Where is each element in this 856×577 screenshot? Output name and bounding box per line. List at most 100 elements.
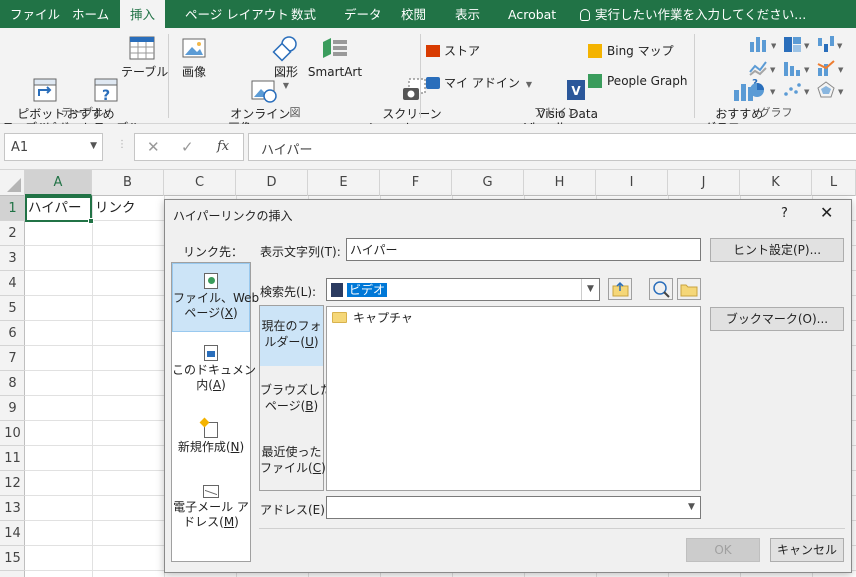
- row-header[interactable]: 14: [0, 521, 25, 546]
- help-button[interactable]: ?: [781, 206, 788, 221]
- confirm-entry-icon[interactable]: ✓: [181, 138, 194, 156]
- row-header[interactable]: 9: [0, 396, 25, 421]
- column-header-j[interactable]: J: [668, 170, 740, 196]
- row-header[interactable]: 8: [0, 371, 25, 396]
- column-header-e[interactable]: E: [308, 170, 380, 196]
- column-header-i[interactable]: I: [596, 170, 668, 196]
- tab-view[interactable]: 表示: [445, 0, 490, 28]
- row-header[interactable]: 1: [0, 196, 25, 221]
- tab-review[interactable]: 校閲: [391, 0, 436, 28]
- row-header[interactable]: 13: [0, 496, 25, 521]
- nav-recent-files[interactable]: 最近使った ファイル(C): [260, 430, 326, 490]
- line-chart-button[interactable]: ▼: [748, 58, 776, 81]
- column-header-h[interactable]: H: [524, 170, 596, 196]
- cancel-entry-icon[interactable]: ✕: [147, 138, 160, 156]
- browse-web-button[interactable]: [649, 278, 673, 300]
- pictures-label: 画像: [181, 65, 206, 79]
- waterfall-chart-button[interactable]: ▼: [816, 34, 844, 57]
- tell-me-search[interactable]: 実行したい作業を入力してください...: [580, 0, 806, 28]
- display-text-label: 表示文字列(T):: [260, 245, 341, 259]
- name-box-dropdown-icon[interactable]: ▼: [90, 141, 97, 151]
- fill-handle[interactable]: [88, 218, 94, 224]
- name-box-value: A1: [11, 140, 29, 155]
- tab-file[interactable]: ファイル: [0, 0, 70, 28]
- shapes-button[interactable]: 図形 ▼: [268, 34, 304, 93]
- display-text-input[interactable]: ハイパー: [346, 238, 701, 261]
- bing-maps-button[interactable]: Bing マップ: [588, 42, 674, 59]
- up-one-folder-button[interactable]: [608, 278, 632, 300]
- tab-formulas[interactable]: 数式: [281, 0, 326, 28]
- column-header-d[interactable]: D: [236, 170, 308, 196]
- address-dropdown-icon[interactable]: ▼: [683, 497, 700, 518]
- dialog-title: ハイパーリンクの挿入: [173, 209, 293, 223]
- row-header[interactable]: 5: [0, 296, 25, 321]
- link-to-this-document[interactable]: このドキュメント 内(A): [172, 341, 268, 401]
- close-icon[interactable]: ✕: [820, 203, 833, 222]
- address-input[interactable]: ▼: [326, 496, 701, 519]
- select-all-corner[interactable]: [0, 170, 25, 196]
- column-header-l[interactable]: L: [812, 170, 856, 196]
- row-header[interactable]: 4: [0, 271, 25, 296]
- shapes-icon: [272, 34, 300, 62]
- look-in-dropdown-icon[interactable]: ▼: [581, 279, 599, 300]
- look-in-select[interactable]: ビデオ ▼: [326, 278, 600, 301]
- row-header[interactable]: 3: [0, 246, 25, 271]
- tab-insert[interactable]: 挿入: [120, 0, 166, 28]
- bookmark-button[interactable]: ブックマーク(O)...: [710, 307, 844, 331]
- row-header[interactable]: 7: [0, 346, 25, 371]
- column-chart-icon: ▼: [750, 37, 777, 52]
- list-item[interactable]: キャプチャ: [332, 309, 413, 326]
- statistic-chart-button[interactable]: ▼: [782, 58, 810, 81]
- screentip-button[interactable]: ヒント設定(P)...: [710, 238, 844, 262]
- row-header[interactable]: 6: [0, 321, 25, 346]
- hierarchy-chart-icon: ▼: [784, 37, 810, 52]
- row-header[interactable]: 15: [0, 546, 25, 571]
- my-addins-button[interactable]: マイ アドイン ▼: [426, 74, 532, 91]
- tab-home[interactable]: ホーム: [62, 0, 119, 28]
- column-header-a[interactable]: A: [25, 170, 92, 196]
- combo-chart-button[interactable]: ▼: [816, 58, 844, 81]
- column-chart-button[interactable]: ▼: [748, 34, 777, 57]
- nav-browsed-pages[interactable]: ブラウズした ページ(B): [260, 368, 332, 428]
- column-header-c[interactable]: C: [164, 170, 236, 196]
- group-separator: [420, 34, 421, 118]
- radar-chart-button[interactable]: ▼: [816, 80, 844, 103]
- link-to-email-address[interactable]: 電子メール ア ドレス(M): [172, 481, 250, 541]
- svg-text:▼: ▼: [770, 88, 776, 96]
- row-header[interactable]: 2: [0, 221, 25, 246]
- row-header[interactable]: 10: [0, 421, 25, 446]
- cancel-button[interactable]: キャンセル: [770, 538, 844, 562]
- column-header-b[interactable]: B: [92, 170, 164, 196]
- scatter-chart-button[interactable]: ▼: [782, 80, 810, 103]
- row-header[interactable]: 12: [0, 471, 25, 496]
- people-graph-icon: [588, 74, 602, 88]
- table-button[interactable]: テーブル: [121, 34, 168, 79]
- select-all-icon: [7, 178, 21, 192]
- cell-b1[interactable]: リンク: [92, 196, 164, 220]
- hierarchy-chart-button[interactable]: ▼: [782, 34, 810, 57]
- column-header-k[interactable]: K: [740, 170, 812, 196]
- ribbon-tab-bar: ファイル ホーム 挿入 ページ レイアウト 数式 データ 校閲 表示 Acrob…: [0, 0, 856, 28]
- store-button[interactable]: ストア: [426, 42, 480, 59]
- ok-button[interactable]: OK: [686, 538, 760, 562]
- svg-text:▼: ▼: [770, 66, 776, 74]
- link-to-new-document[interactable]: 新規作成(N): [172, 417, 250, 462]
- nav-current-folder[interactable]: 現在のフォ ルダー(U): [260, 306, 323, 366]
- browse-file-button[interactable]: [677, 278, 701, 300]
- people-graph-button[interactable]: People Graph: [588, 74, 688, 88]
- tab-data[interactable]: データ: [334, 0, 392, 28]
- statistic-chart-icon: ▼: [784, 62, 810, 76]
- pictures-button[interactable]: 画像: [174, 34, 214, 79]
- row-header[interactable]: 11: [0, 446, 25, 471]
- column-header-f[interactable]: F: [380, 170, 452, 196]
- pie-chart-button[interactable]: ▼: [748, 80, 776, 103]
- column-header-g[interactable]: G: [452, 170, 524, 196]
- name-box[interactable]: A1 ▼: [4, 133, 103, 161]
- insert-function-icon[interactable]: fx: [217, 139, 229, 154]
- row-headers: 1 2 3 4 5 6 7 8 9 10 11 12 13 14 15: [0, 196, 25, 577]
- tab-acrobat[interactable]: Acrobat: [498, 0, 566, 28]
- smartart-button[interactable]: SmartArt: [306, 34, 364, 79]
- file-list[interactable]: キャプチャ: [326, 306, 701, 491]
- link-to-file-web-page[interactable]: ファイル、Web ページ(X): [172, 263, 259, 332]
- formula-input[interactable]: ハイパー: [248, 133, 856, 161]
